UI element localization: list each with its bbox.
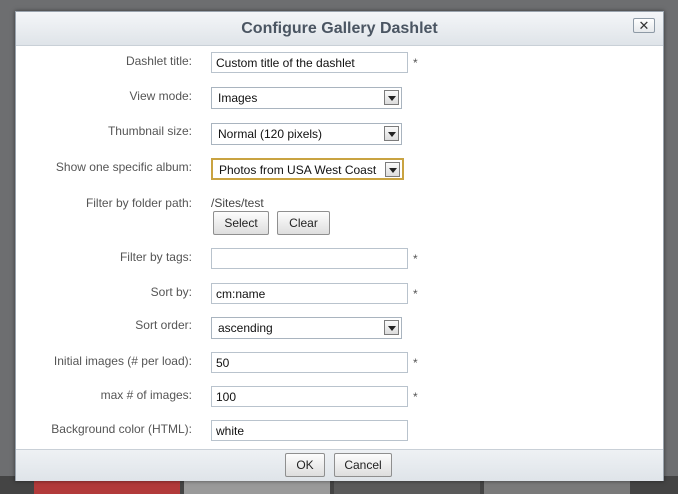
sort-order-select[interactable]: ascending bbox=[211, 317, 402, 339]
max-images-input[interactable] bbox=[211, 386, 408, 407]
initial-images-label: Initial images (# per load): bbox=[53, 354, 192, 368]
chevron-down-icon[interactable] bbox=[384, 90, 399, 105]
required-marker: * bbox=[413, 390, 418, 404]
tags-label: Filter by tags: bbox=[119, 250, 192, 264]
dashlet-title-input[interactable] bbox=[211, 52, 408, 73]
required-marker: * bbox=[413, 252, 418, 266]
required-marker: * bbox=[413, 287, 418, 301]
view-mode-label: View mode: bbox=[129, 89, 192, 103]
view-mode-value: Images bbox=[218, 91, 258, 105]
chevron-down-icon[interactable] bbox=[384, 126, 399, 141]
sort-by-input[interactable] bbox=[211, 283, 408, 304]
dialog-titlebar: Configure Gallery Dashlet ✕ bbox=[16, 12, 663, 46]
bg-color-label: Background color (HTML): bbox=[51, 422, 192, 436]
sort-by-label: Sort by: bbox=[150, 285, 192, 299]
folder-path-value: /Sites/test bbox=[211, 196, 264, 210]
dashlet-title-label: Dashlet title: bbox=[125, 54, 192, 68]
sort-order-label: Sort order: bbox=[135, 318, 192, 332]
view-mode-select[interactable]: Images bbox=[211, 87, 402, 109]
sort-order-value: ascending bbox=[218, 321, 273, 335]
specific-album-value: Photos from USA West Coast bbox=[219, 163, 377, 177]
required-marker: * bbox=[413, 56, 418, 70]
close-icon: ✕ bbox=[638, 18, 650, 33]
dialog-title: Configure Gallery Dashlet bbox=[241, 20, 438, 37]
select-folder-button[interactable]: Select bbox=[213, 211, 269, 235]
initial-images-input[interactable] bbox=[211, 352, 408, 373]
clear-folder-button[interactable]: Clear bbox=[277, 211, 330, 235]
specific-album-label: Show one specific album: bbox=[55, 160, 192, 174]
specific-album-select[interactable]: Photos from USA West Coast bbox=[211, 158, 404, 180]
bg-color-input[interactable] bbox=[211, 420, 408, 441]
max-images-label: max # of images: bbox=[100, 388, 192, 402]
thumbnail-size-value: Normal (120 pixels) bbox=[218, 127, 323, 141]
close-button[interactable]: ✕ bbox=[633, 18, 655, 33]
chevron-down-icon[interactable] bbox=[385, 162, 400, 177]
ok-button[interactable]: OK bbox=[285, 453, 325, 477]
cancel-button[interactable]: Cancel bbox=[334, 453, 392, 477]
chevron-down-icon[interactable] bbox=[384, 320, 399, 335]
dialog-footer: OK Cancel bbox=[16, 449, 663, 481]
thumbnail-size-label: Thumbnail size: bbox=[107, 124, 192, 138]
required-marker: * bbox=[413, 356, 418, 370]
folder-path-label: Filter by folder path: bbox=[85, 196, 192, 210]
thumbnail-size-select[interactable]: Normal (120 pixels) bbox=[211, 123, 402, 145]
configure-dialog: Configure Gallery Dashlet ✕ Dashlet titl… bbox=[15, 11, 664, 481]
tags-input[interactable] bbox=[211, 248, 408, 269]
